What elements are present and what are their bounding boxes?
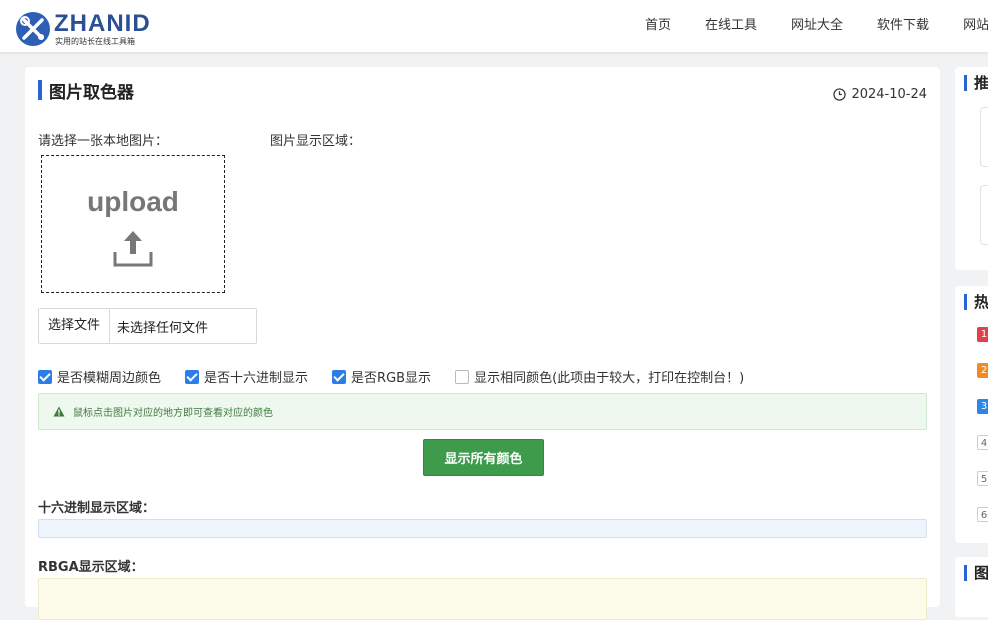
- same-color-checkbox[interactable]: 显示相同颜色(此项由于较大，打印在控制台！): [455, 367, 744, 386]
- clock-icon: [833, 88, 847, 101]
- sidebar-thumbnail[interactable]: [980, 107, 988, 167]
- logo-text: ZHANID: [54, 10, 151, 37]
- title-accent-bar: [38, 80, 42, 100]
- sidebar-accent-bar: [964, 565, 967, 581]
- select-image-label: 请选择一张本地图片：: [38, 134, 169, 149]
- sidebar-title: 推: [974, 74, 988, 92]
- sidebar-image-card: 图: [955, 557, 988, 617]
- hex-output-area: [38, 519, 927, 538]
- rgba-section-title: RBGA显示区域：: [38, 560, 144, 575]
- nav-item-online-tools[interactable]: 在线工具: [688, 0, 774, 52]
- show-all-colors-button[interactable]: 显示所有颜色: [423, 439, 544, 476]
- checkbox-checked-icon[interactable]: [38, 369, 52, 384]
- date-text: 2024-10-24: [851, 87, 927, 102]
- checkbox-label: 是否模糊周边颜色: [57, 371, 162, 386]
- choose-file-button[interactable]: 选择文件: [39, 309, 111, 343]
- rgb-display-checkbox[interactable]: 是否RGB显示: [332, 367, 431, 386]
- file-status: 未选择任何文件: [117, 320, 209, 336]
- nav-item-software[interactable]: 软件下载: [860, 0, 946, 52]
- rank-badge: 3: [977, 399, 988, 414]
- checkbox-unchecked-icon[interactable]: [455, 369, 470, 384]
- nav-item-home[interactable]: 首页: [628, 0, 688, 52]
- rank-badge: 1: [977, 327, 988, 342]
- checkbox-label: 是否RGB显示: [351, 371, 432, 386]
- sidebar-title: 图: [974, 564, 988, 582]
- options-row: 是否模糊周边颜色 是否十六进制显示 是否RGB显示 显示相同颜色(此项由于较大，…: [38, 367, 768, 386]
- checkbox-label: 是否十六进制显示: [204, 371, 309, 386]
- sidebar-title: 热: [974, 293, 988, 311]
- upload-dropzone[interactable]: upload: [41, 155, 225, 293]
- sidebar-thumbnail[interactable]: [980, 185, 988, 245]
- nav-item-url-directory[interactable]: 网址大全: [774, 0, 860, 52]
- logo-subtitle: 实用的站长在线工具箱: [55, 37, 135, 46]
- main-nav: 首页 在线工具 网址大全 软件下载 网站: [628, 0, 988, 52]
- sidebar-accent-bar: [964, 75, 967, 91]
- site-logo[interactable]: ZHANID 实用的站长在线工具箱: [15, 10, 155, 48]
- sidebar-recommend-card: 推: [955, 67, 988, 270]
- image-display-label: 图片显示区域：: [270, 134, 362, 149]
- checkbox-checked-icon[interactable]: [185, 369, 200, 384]
- sidebar-accent-bar: [964, 294, 967, 310]
- rank-badge: 5: [977, 471, 988, 486]
- logo-tools-icon: [16, 12, 50, 46]
- nav-item-more[interactable]: 网站: [946, 0, 988, 52]
- site-header: ZHANID 实用的站长在线工具箱 首页 在线工具 网址大全 软件下载 网站: [0, 0, 988, 53]
- file-input[interactable]: 选择文件 未选择任何文件: [38, 308, 257, 344]
- upload-text: upload: [87, 186, 179, 217]
- rank-badge: 6: [977, 507, 988, 522]
- blur-surrounding-checkbox[interactable]: 是否模糊周边颜色: [38, 367, 161, 386]
- rank-badge: 2: [977, 363, 988, 378]
- publish-date: 2024-10-24: [833, 87, 927, 102]
- hex-display-checkbox[interactable]: 是否十六进制显示: [185, 367, 308, 386]
- sidebar-hot-card: 热 1 2 3 4 5 6: [955, 286, 988, 543]
- rgba-output-area: [38, 578, 927, 620]
- tip-alert: 鼠标点击图片对应的地方即可查看对应的颜色: [38, 393, 927, 430]
- checkbox-checked-icon[interactable]: [332, 369, 347, 384]
- checkbox-label: 显示相同颜色(此项由于较大，打印在控制台！): [474, 371, 745, 386]
- rank-badge: 4: [977, 435, 988, 450]
- page-title: 图片取色器: [49, 83, 134, 103]
- upload-icon: [113, 231, 153, 267]
- tool-panel: 图片取色器 2024-10-24 请选择一张本地图片： 图片显示区域： uplo…: [25, 67, 940, 620]
- tip-text: 鼠标点击图片对应的地方即可查看对应的颜色: [73, 408, 273, 419]
- warning-icon: [53, 406, 65, 417]
- hex-section-title: 十六进制显示区域：: [38, 501, 156, 516]
